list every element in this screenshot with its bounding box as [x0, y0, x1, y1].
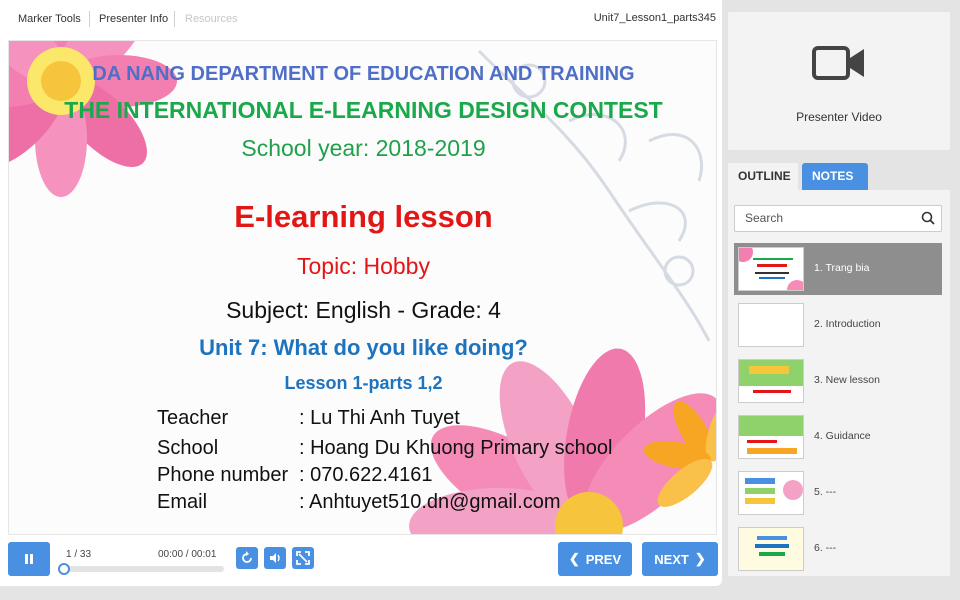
seek-handle[interactable] [58, 563, 70, 575]
project-title: Unit7_Lesson1_parts345 [593, 12, 716, 24]
prev-label: PREV [585, 551, 622, 567]
email-value: : Anhtuyet510.dn@gmail.com [299, 491, 561, 513]
divider [174, 11, 175, 27]
top-toolbar: Marker Tools Presenter Info Resources Un… [8, 8, 718, 32]
outline-item-label: 6. --- [814, 542, 837, 554]
email-label: Email [157, 491, 208, 513]
outline-item-label: 4. Guidance [814, 430, 871, 442]
slide-thumbnail [738, 359, 804, 403]
school-value: : Hoang Du Khuong Primary school [299, 437, 613, 459]
slide-subject: Subject: English - Grade: 4 [226, 297, 501, 323]
presenter-video-label: Presenter Video [796, 110, 882, 124]
slide-contest: THE INTERNATIONAL E-LEARNING DESIGN CONT… [64, 97, 663, 123]
chevron-left-icon: ❮ [568, 551, 580, 566]
slide-canvas: DA NANG DEPARTMENT OF EDUCATION AND TRAI… [8, 40, 717, 535]
teacher-row: Teacher : Lu Thi Anh Tuyet [157, 407, 460, 430]
replay-icon [242, 551, 252, 563]
search-input[interactable]: Search [734, 205, 942, 232]
video-camera-icon [812, 46, 864, 80]
search-icon[interactable] [921, 211, 935, 225]
outline-item[interactable]: 2. Introduction [734, 299, 942, 351]
slide-lesson-title: E-learning lesson [234, 199, 493, 234]
slide-unit: Unit 7: What do you like doing? [199, 335, 528, 360]
fullscreen-button[interactable] [292, 547, 314, 569]
outline-item[interactable]: 3. New lesson [734, 355, 942, 407]
sidebar-tabs: OUTLINE NOTES [728, 163, 950, 190]
outline-item[interactable]: 6. --- [734, 523, 942, 575]
player-main: Marker Tools Presenter Info Resources Un… [0, 0, 722, 586]
school-label: School [157, 437, 219, 459]
prev-button[interactable]: ❮ PREV [558, 542, 632, 576]
chevron-right-icon: ❯ [694, 551, 706, 566]
presenter-video-panel: Presenter Video [728, 12, 950, 150]
slide-thumbnail [738, 247, 804, 291]
volume-icon [270, 553, 280, 563]
phone-row: Phone number : 070.622.4161 [157, 464, 432, 487]
outline-item-label: 5. --- [814, 486, 837, 498]
slide-lesson-parts: Lesson 1-parts 1,2 [284, 373, 443, 393]
outline-item[interactable]: 1. Trang bia [734, 243, 942, 295]
tab-outline[interactable]: OUTLINE [728, 163, 798, 190]
outline-item-label: 2. Introduction [814, 318, 881, 330]
pause-icon [25, 554, 33, 564]
teacher-label: Teacher [157, 407, 229, 429]
slide-thumbnail [738, 415, 804, 459]
outline-item[interactable]: 4. Guidance [734, 411, 942, 463]
tab-marker-tools[interactable]: Marker Tools [18, 12, 81, 26]
expand-icon [296, 551, 310, 565]
school-row: School : Hoang Du Khuong Primary school [157, 437, 613, 460]
phone-label: Phone number [157, 464, 289, 486]
slide-topic: Topic: Hobby [297, 253, 430, 279]
outline-item-label: 3. New lesson [814, 374, 880, 386]
volume-button[interactable] [264, 547, 286, 569]
teacher-value: : Lu Thi Anh Tuyet [299, 407, 460, 429]
slide-counter: 1 / 33 [66, 549, 92, 560]
sidebar: Presenter Video OUTLINE NOTES Search 1. … [728, 0, 960, 586]
slide-thumbnail [738, 471, 804, 515]
outline-item[interactable]: 5. --- [734, 467, 942, 519]
tab-presenter-info[interactable]: Presenter Info [99, 12, 168, 26]
playback-time: 00:00 / 00:01 [158, 549, 217, 560]
outline-panel: Search 1. Trang bia 2. Introduction 3. N… [728, 190, 950, 576]
tab-notes[interactable]: NOTES [802, 163, 868, 190]
next-button[interactable]: NEXT ❯ [642, 542, 718, 576]
tab-resources[interactable]: Resources [185, 12, 238, 26]
slide-department: DA NANG DEPARTMENT OF EDUCATION AND TRAI… [92, 63, 635, 85]
slide-school-year: School year: 2018-2019 [241, 135, 486, 161]
playback-controls: 1 / 33 00:00 / 00:01 ❮ PREV NEXT ❯ [8, 541, 718, 579]
email-row: Email : Anhtuyet510.dn@gmail.com [157, 491, 561, 514]
outline-item-label: 1. Trang bia [814, 262, 870, 274]
next-label: NEXT [654, 551, 689, 567]
phone-value: : 070.622.4161 [299, 464, 433, 486]
slide-thumbnail [738, 303, 804, 347]
divider [89, 11, 90, 27]
seek-bar[interactable] [66, 566, 224, 572]
pause-button[interactable] [8, 542, 50, 576]
replay-button[interactable] [236, 547, 258, 569]
slide-thumbnail [738, 527, 804, 571]
